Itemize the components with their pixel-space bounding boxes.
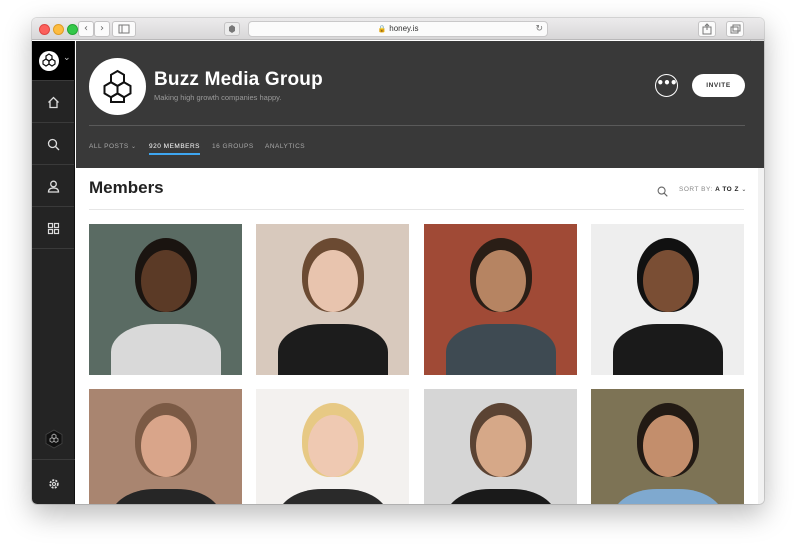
sidebar-item-apps[interactable] [32,207,74,249]
group-tagline: Making high growth companies happy. [154,93,282,102]
tab-analytics[interactable]: ANALYTICS [265,143,305,150]
sort-dropdown[interactable]: SORT BY: A TO Z ⌄ [679,186,747,193]
forward-button[interactable]: › [94,21,110,37]
reload-icon[interactable]: ↻ [535,22,543,36]
back-button[interactable]: ‹ [78,21,94,37]
url-text: honey.is [389,24,419,33]
app-sidebar: ⌄ [32,41,75,504]
tab-all-posts[interactable]: ALL POSTS ⌄ [89,143,137,150]
sort-value: A TO Z [715,186,740,193]
header-divider [89,125,745,126]
member-photo-body [278,324,388,375]
sidebar-icon [118,24,130,34]
lock-icon: 🔒 [377,25,387,33]
content-divider [89,209,744,210]
workspace-switcher[interactable]: ⌄ [32,41,74,81]
member-photo-face [643,415,693,477]
sidebar-toggle-button[interactable] [112,21,136,37]
member-photo-face [308,250,358,312]
chevron-down-icon: ⌄ [63,53,71,63]
member-photo-body [111,489,221,504]
search-icon[interactable] [657,184,668,202]
sidebar-item-search[interactable] [32,123,74,165]
user-icon [47,180,60,193]
scrollbar[interactable] [758,168,764,504]
member-card[interactable] [89,224,242,375]
minimize-window-button[interactable] [53,24,64,35]
chevron-down-icon: ⌄ [741,186,747,193]
sidebar-item-home[interactable] [32,81,74,123]
zoom-window-button[interactable] [67,24,78,35]
member-photo-body [446,489,556,504]
tab-groups[interactable]: 16 GROUPS [212,143,254,150]
member-photo-face [643,250,693,312]
member-card[interactable] [591,389,744,504]
tabs-icon [730,24,741,34]
browser-window: ‹ › 🔒honey.is ↻ + [32,18,764,504]
member-card[interactable] [89,389,242,504]
gear-icon [49,479,59,489]
member-photo-body [446,324,556,375]
group-header: Buzz Media Group Making high growth comp… [76,41,764,168]
share-button[interactable] [698,21,716,37]
member-card[interactable] [256,224,409,375]
member-photo-body [111,324,221,375]
member-photo-body [613,489,723,504]
grid-icon [47,222,60,235]
home-icon [48,96,59,109]
browser-toolbar: ‹ › 🔒 honey.is ↻ [32,18,764,40]
invite-button[interactable]: INVITE [692,74,745,97]
member-card[interactable] [424,389,577,504]
chevron-down-icon: ⌄ [130,143,137,150]
site-favicon-icon[interactable] [224,22,240,36]
share-icon [702,23,712,35]
member-photo-face [141,250,191,312]
page-title: Members [89,178,164,197]
sidebar-item-settings[interactable] [32,459,75,504]
member-photo-body [278,489,388,504]
search-icon [47,138,60,151]
sort-label: SORT BY: [679,186,713,193]
group-name: Buzz Media Group [154,69,323,90]
member-photo-face [141,415,191,477]
address-bar[interactable]: 🔒 honey.is ↻ [248,21,548,37]
member-card[interactable] [591,224,744,375]
group-logo [89,58,146,115]
sidebar-item-profile[interactable] [32,165,74,207]
honey-logo-icon[interactable] [44,429,64,449]
member-photo-body [613,324,723,375]
member-card[interactable] [424,224,577,375]
members-panel: Members SORT BY: A TO Z ⌄ [76,168,758,504]
close-window-button[interactable] [39,24,50,35]
tabs-overview-button[interactable] [726,21,744,37]
member-card[interactable] [256,389,409,504]
more-options-button[interactable]: ••• [655,74,678,97]
tab-members[interactable]: 920 MEMBERS [149,143,201,155]
member-photo-face [476,250,526,312]
member-photo-face [476,415,526,477]
honeycomb-logo-icon [103,69,132,103]
member-photo-face [308,415,358,477]
workspace-logo-icon [39,51,59,71]
